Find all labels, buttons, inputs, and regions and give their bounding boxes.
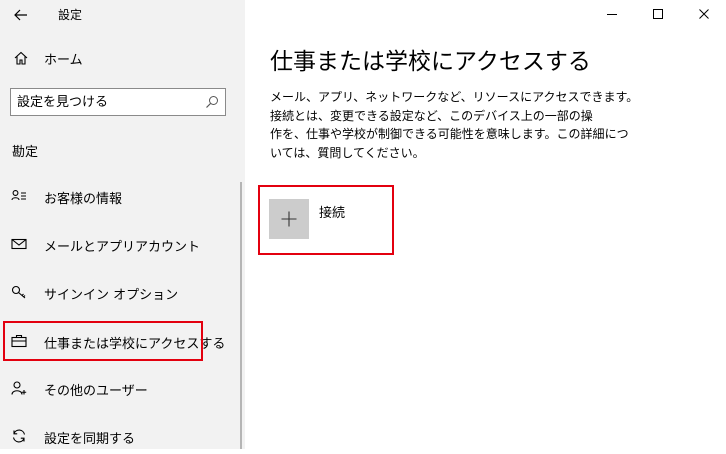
plus-tile[interactable]	[269, 199, 309, 239]
sidebar-item-home[interactable]: ホーム	[0, 42, 245, 72]
sync-icon	[12, 429, 26, 443]
maximize-button[interactable]	[634, 0, 680, 30]
search-icon[interactable]	[205, 95, 219, 109]
key-icon	[11, 285, 26, 299]
sidebar-item-label: お客様の情報	[44, 192, 123, 207]
page-title: 仕事または学校にアクセスする	[270, 49, 591, 75]
mail-icon	[11, 238, 27, 250]
search-box[interactable]	[10, 88, 226, 116]
app-title: 設定	[58, 8, 83, 22]
back-button[interactable]	[10, 4, 32, 26]
description-line: 接続とは、変更できる設定など、このデバイス上の一部の操	[270, 108, 593, 123]
description: メール、アプリ、ネットワークなど、リソースにアクセスできます。 接続とは、変更で…	[270, 88, 639, 162]
sidebar-item-other-users[interactable]: その他のユーザー	[0, 370, 240, 406]
sidebar-item-access-work-school[interactable]: 仕事または学校にアクセスする	[0, 323, 240, 359]
section-title: 勘定	[12, 145, 39, 160]
search-input[interactable]	[17, 92, 197, 112]
description-line: 作を、仕事や学校が制御できる可能性を意味します。この詳細につ	[270, 127, 629, 141]
person-add-icon	[11, 381, 27, 395]
sidebar-item-sign-in-options[interactable]: サインイン オプション	[0, 274, 240, 310]
sidebar-item-label: サインイン オプション	[44, 288, 179, 303]
connect-label: 接続	[319, 206, 346, 221]
connect-button[interactable]: 接続	[269, 199, 379, 241]
sidebar-home-label: ホーム	[44, 53, 83, 68]
sidebar-item-label: その他のユーザー	[44, 384, 148, 399]
person-card-icon	[11, 190, 26, 201]
sidebar-item-label: メールとアプリアカウント	[44, 240, 201, 255]
close-icon	[699, 9, 709, 19]
plus-icon	[281, 211, 297, 227]
description-line: メール、アプリ、ネットワークなど、リソースにアクセスできます。	[270, 90, 639, 104]
minimize-icon	[607, 14, 617, 15]
briefcase-icon	[11, 334, 27, 348]
sidebar-item-your-info[interactable]: お客様の情報	[0, 178, 240, 214]
sidebar-item-label: 設定を同期する	[44, 432, 136, 447]
sidebar: 設定 ホーム 勘定 お客様の情報 メールとアプリアカウント	[0, 0, 245, 449]
sidebar-item-email-accounts[interactable]: メールとアプリアカウント	[0, 226, 240, 262]
close-button[interactable]	[680, 0, 726, 30]
maximize-icon	[653, 9, 663, 19]
home-icon	[14, 51, 28, 65]
sidebar-item-label: 仕事または学校にアクセスする	[44, 337, 226, 352]
description-line: いては、質問してください。	[270, 145, 425, 160]
sidebar-scrollbar[interactable]	[240, 182, 242, 449]
back-arrow-icon	[14, 9, 27, 21]
minimize-button[interactable]	[588, 0, 634, 30]
title-bar: 設定	[0, 0, 245, 32]
